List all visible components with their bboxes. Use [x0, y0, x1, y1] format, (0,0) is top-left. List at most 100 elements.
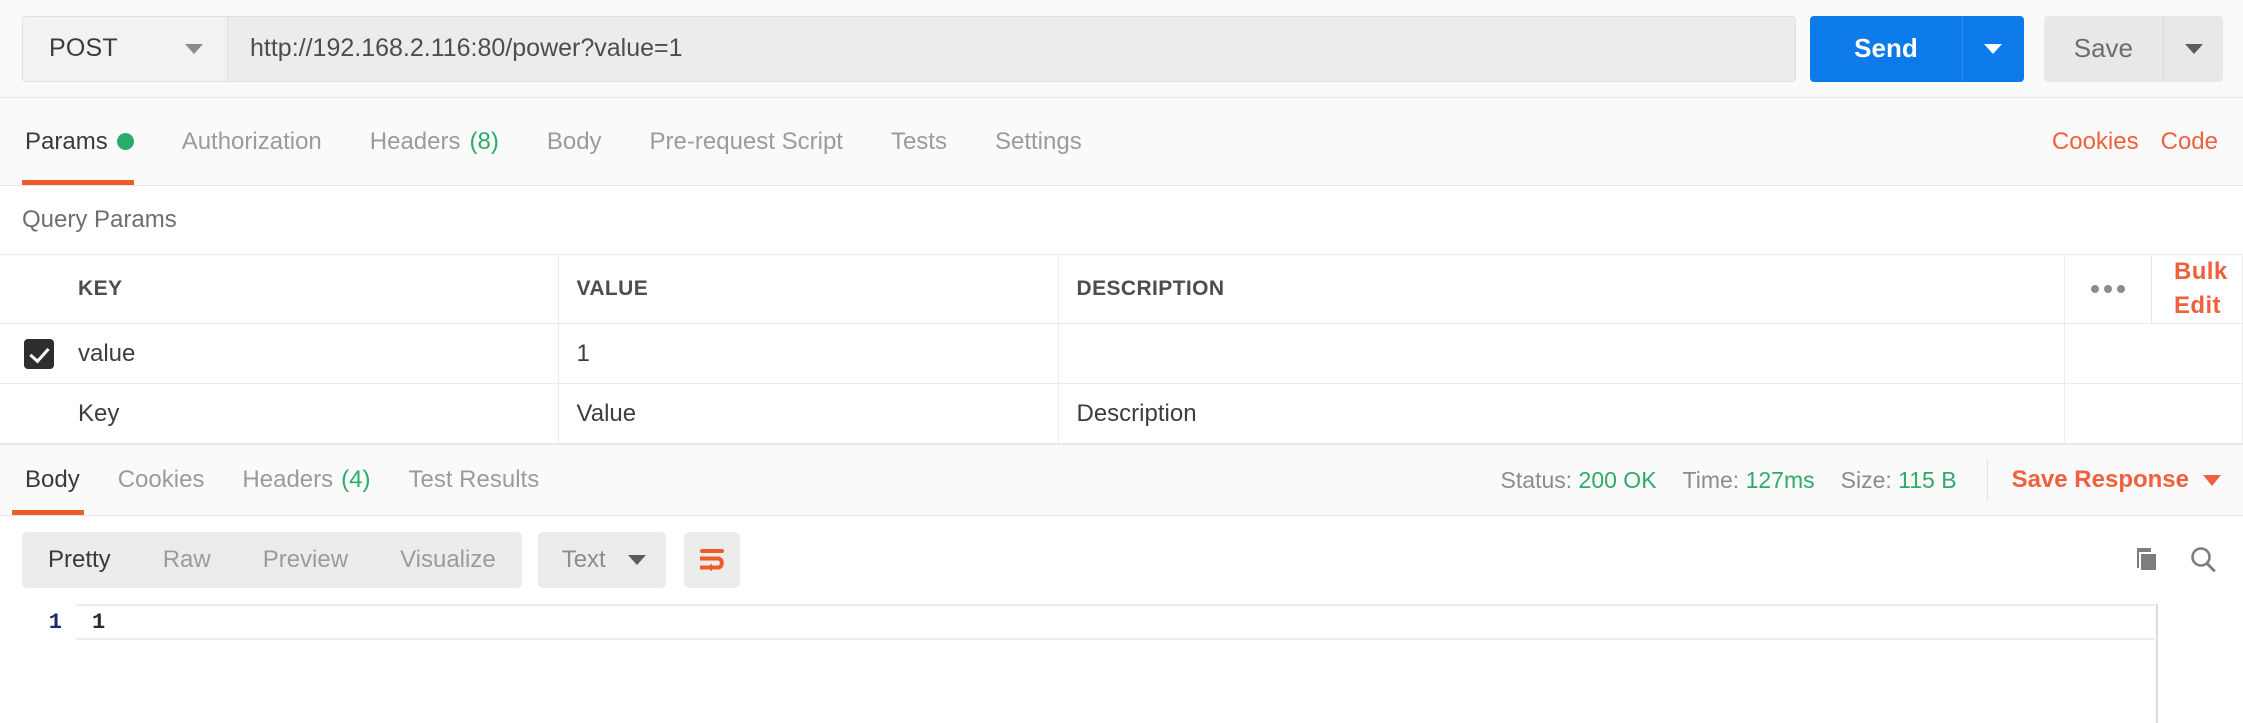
request-url-bar: POST http://192.168.2.116:80/power?value… [0, 0, 2243, 98]
chevron-down-icon [185, 43, 203, 54]
param-description[interactable] [1058, 323, 2065, 384]
response-format-label: Text [561, 546, 606, 573]
tab-settings[interactable]: Settings [971, 98, 1106, 185]
tab-body[interactable]: Body [523, 98, 626, 185]
tab-badge: (8) [469, 127, 499, 155]
chevron-down-icon [2184, 43, 2203, 54]
tab-badge: (4) [341, 466, 371, 493]
tab-params[interactable]: Params [22, 98, 158, 185]
time-value: 127ms [1745, 466, 1815, 493]
request-tab-bar: Params Authorization Headers (8) Body Pr… [0, 98, 2243, 186]
table-row: value 1 [0, 323, 2243, 384]
view-raw[interactable]: Raw [137, 532, 237, 588]
tab-label: Cookies [117, 466, 205, 493]
more-options-icon[interactable] [2065, 285, 2151, 293]
view-pretty[interactable]: Pretty [22, 532, 137, 588]
view-visualize[interactable]: Visualize [374, 532, 522, 588]
code-line: 1 1 [0, 604, 2243, 640]
param-enabled-checkbox[interactable] [24, 338, 54, 369]
code-link[interactable]: Code [2161, 128, 2218, 156]
save-response-label: Save Response [2011, 466, 2189, 493]
response-tab-headers[interactable]: Headers (4) [223, 445, 389, 515]
copy-button[interactable] [2129, 544, 2161, 576]
word-wrap-icon [699, 549, 724, 572]
tab-pre-request-script[interactable]: Pre-request Script [626, 98, 867, 185]
response-tab-test-results[interactable]: Test Results [389, 445, 558, 515]
response-format-select[interactable]: Text [537, 532, 666, 588]
header-key: KEY [60, 254, 559, 324]
tab-authorization[interactable]: Authorization [158, 98, 346, 185]
save-button-group: Save [2043, 15, 2223, 82]
size-group: Size: 115 B [1841, 467, 1957, 494]
response-tab-bar: Body Cookies Headers (4) Test Results St… [0, 444, 2243, 516]
query-params-table: KEY VALUE DESCRIPTION Bulk Edit value 1 … [0, 254, 2243, 444]
send-button[interactable]: Send [1810, 15, 1962, 82]
http-method-label: POST [49, 34, 118, 62]
new-param-description-input[interactable]: Description [1058, 383, 2065, 444]
search-icon [2191, 547, 2216, 572]
save-options-button[interactable] [2163, 15, 2223, 82]
chevron-down-icon [1984, 43, 2003, 54]
tab-label: Body [546, 127, 602, 155]
tab-label: Headers [242, 466, 334, 493]
search-button[interactable] [2187, 544, 2219, 576]
chevron-down-icon [2203, 474, 2221, 486]
query-params-title: Query Params [0, 186, 2243, 254]
new-row-checkbox-cell [0, 383, 60, 444]
send-options-button[interactable] [1961, 15, 2024, 82]
header-checkbox-cell [0, 254, 60, 324]
response-tab-cookies[interactable]: Cookies [99, 445, 224, 515]
status-group: Status: 200 OK [1501, 467, 1657, 494]
params-modified-dot-icon [116, 133, 134, 150]
new-param-key-input[interactable]: Key [60, 383, 559, 444]
response-body-toolbar: Pretty Raw Preview Visualize Text [0, 516, 2243, 604]
tab-tests[interactable]: Tests [867, 98, 971, 185]
param-value[interactable]: 1 [558, 323, 1059, 384]
word-wrap-toggle[interactable] [683, 532, 740, 588]
row-actions [2064, 323, 2243, 384]
chevron-down-icon [627, 555, 646, 565]
save-button[interactable]: Save [2043, 15, 2163, 82]
tab-label: Params [25, 127, 108, 155]
tab-label: Test Results [408, 466, 540, 493]
response-body-viewer[interactable]: 1 1 [0, 604, 2243, 723]
param-key[interactable]: value [60, 323, 559, 384]
table-row-new: Key Value Description [0, 383, 2243, 444]
tab-headers[interactable]: Headers (8) [346, 98, 523, 185]
copy-icon [2137, 548, 2156, 570]
tab-label: Tests [890, 127, 947, 155]
cookies-link[interactable]: Cookies [2052, 128, 2139, 156]
response-meta: Status: 200 OK Time: 127ms Size: 115 B S… [1501, 445, 2221, 515]
view-preview[interactable]: Preview [237, 532, 374, 588]
new-row-actions [2064, 383, 2243, 444]
editor-vertical-rule [2156, 604, 2158, 723]
http-method-select[interactable]: POST [22, 15, 227, 82]
size-value: 115 B [1898, 466, 1957, 493]
new-param-value-input[interactable]: Value [558, 383, 1059, 444]
header-description: DESCRIPTION [1058, 254, 2065, 324]
line-number: 1 [48, 609, 62, 635]
time-group: Time: 127ms [1683, 467, 1815, 494]
line-text[interactable]: 1 [76, 604, 2155, 640]
tab-label: Authorization [181, 127, 322, 155]
time-label: Time: [1682, 466, 1740, 493]
url-input[interactable]: http://192.168.2.116:80/power?value=1 [227, 15, 1797, 82]
request-tab-bar-actions: Cookies Code [2052, 98, 2221, 185]
tab-label: Headers [369, 127, 461, 155]
row-checkbox-cell [0, 323, 60, 384]
header-actions: Bulk Edit [2064, 254, 2243, 324]
tab-label: Body [25, 466, 80, 493]
bulk-edit-button[interactable]: Bulk Edit [2151, 255, 2242, 323]
tab-label: Pre-request Script [649, 127, 843, 155]
save-response-button[interactable]: Save Response [1986, 459, 2221, 501]
size-label: Size: [1840, 466, 1892, 493]
header-value: VALUE [558, 254, 1059, 324]
response-body-actions [2129, 544, 2223, 576]
status-label: Status: [1500, 466, 1573, 493]
status-value: 200 OK [1578, 466, 1657, 493]
send-button-group: Send [1810, 15, 2024, 82]
response-view-switcher: Pretty Raw Preview Visualize [22, 532, 522, 588]
table-header-row: KEY VALUE DESCRIPTION Bulk Edit [0, 254, 2243, 324]
tab-label: Settings [994, 127, 1082, 155]
response-tab-body[interactable]: Body [6, 445, 99, 515]
